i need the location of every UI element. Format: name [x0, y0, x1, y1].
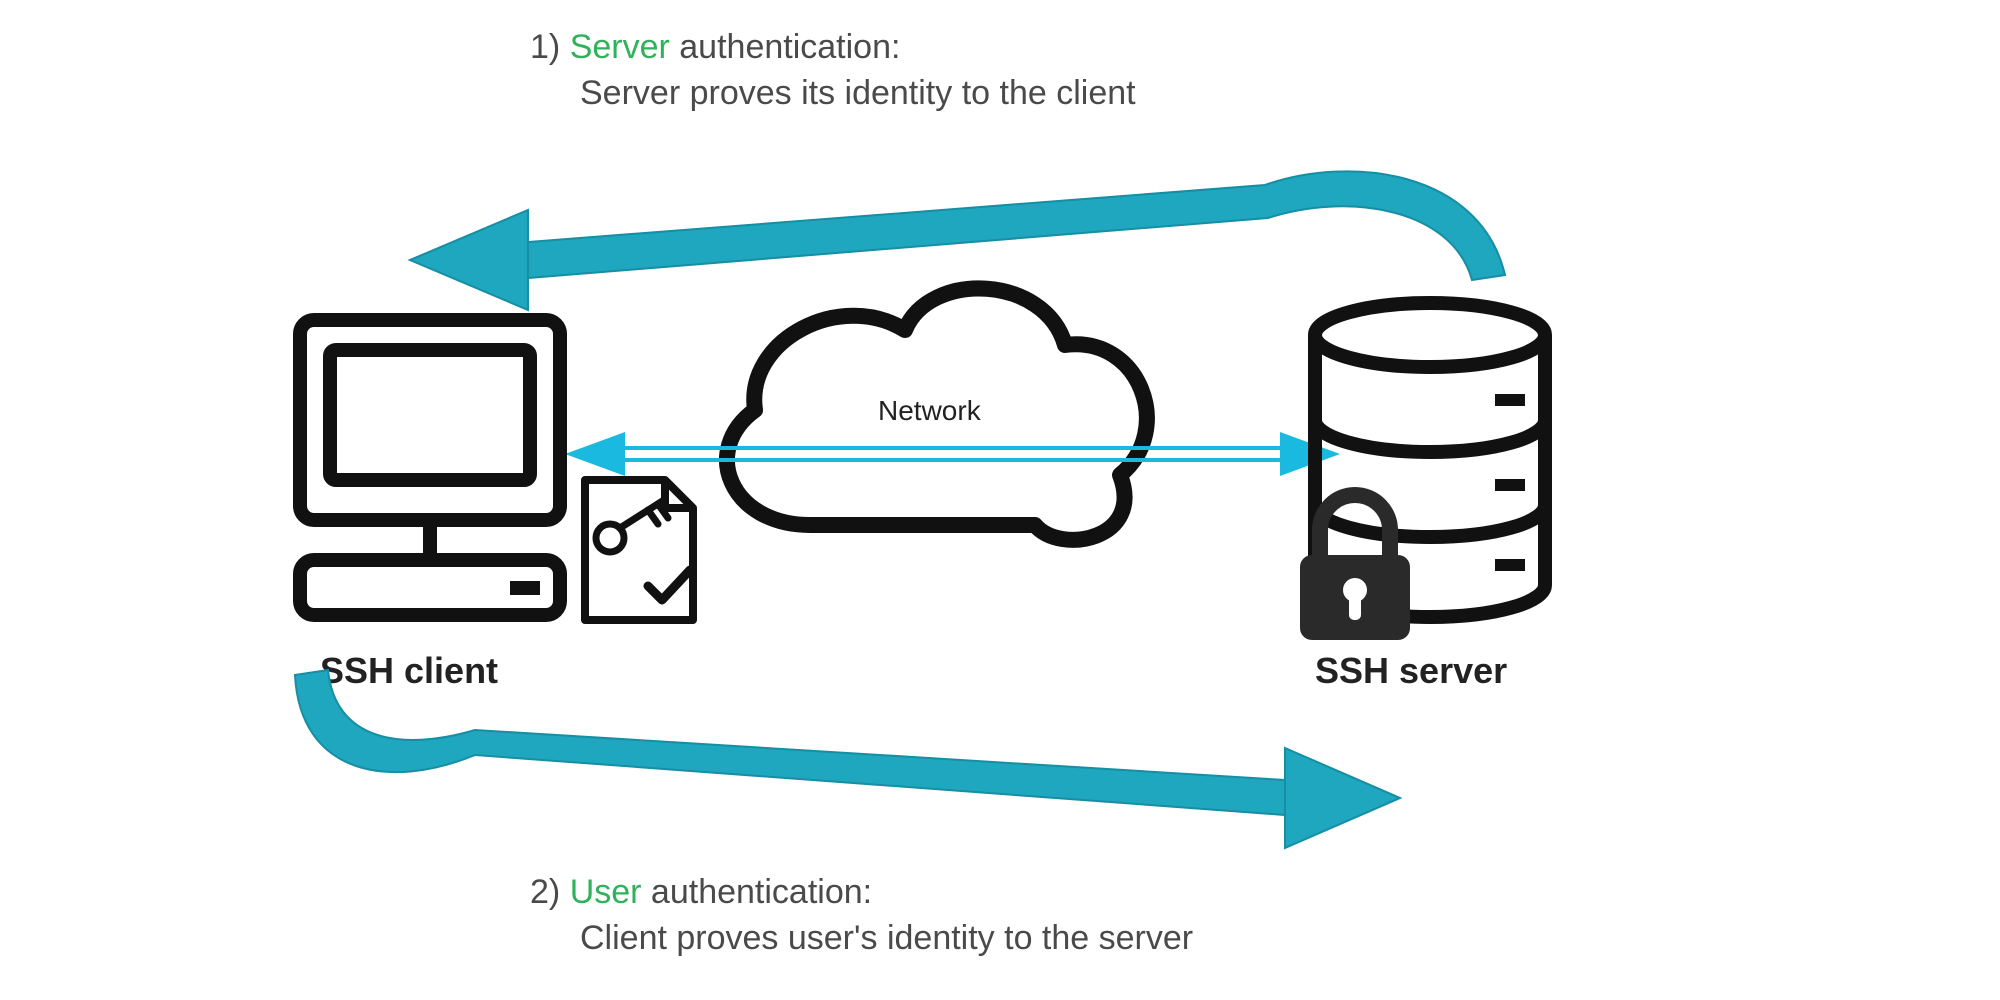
key-file-icon	[585, 480, 693, 620]
computer-icon	[300, 320, 560, 615]
arrow-client-to-server	[295, 670, 1400, 848]
cloud-icon	[727, 288, 1147, 539]
network-connection-arrow	[565, 432, 1340, 476]
artwork-layer	[0, 0, 2000, 1000]
lock-icon	[1300, 495, 1410, 640]
ssh-auth-diagram: 1) Server authentication: Server proves …	[0, 0, 2000, 1000]
